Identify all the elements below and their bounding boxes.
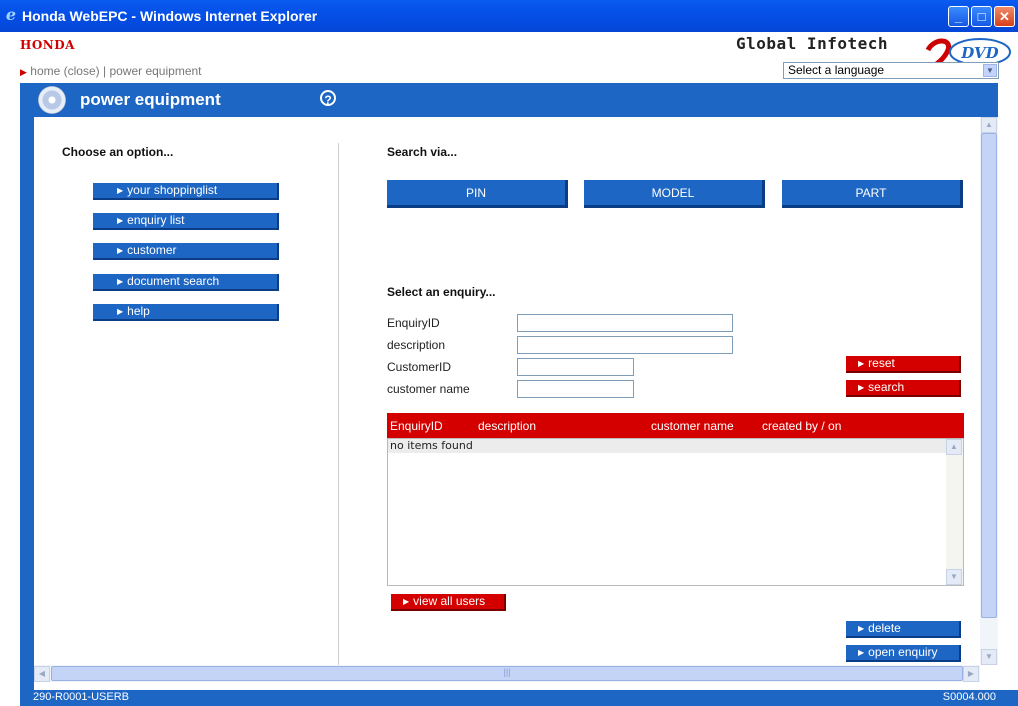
enquiry-id-input[interactable] <box>517 314 733 332</box>
scroll-right-icon[interactable]: ▶ <box>963 666 979 682</box>
menu-item-help[interactable]: ▶ help <box>93 304 279 321</box>
breadcrumb-arrow-icon: ▶ <box>20 67 27 77</box>
breadcrumb-separator: | <box>102 64 107 78</box>
scroll-up-icon[interactable]: ▲ <box>946 439 962 455</box>
menu-item-shoppinglist[interactable]: ▶ your shoppinglist <box>93 183 279 200</box>
chevron-down-icon[interactable]: ▼ <box>983 64 997 77</box>
minimize-icon: _ <box>954 9 963 24</box>
close-icon: ✕ <box>999 9 1010 24</box>
table-empty-message: no items found <box>388 439 946 453</box>
help-icon[interactable]: ? <box>320 90 336 107</box>
arrow-right-icon: ▶ <box>403 597 410 606</box>
arrow-right-icon: ▶ <box>858 359 865 368</box>
arrow-right-icon: ▶ <box>117 246 124 255</box>
arrow-right-icon: ▶ <box>858 648 865 657</box>
choose-option-heading: Choose an option... <box>62 145 174 159</box>
scroll-down-icon[interactable]: ▼ <box>981 649 997 665</box>
horizontal-scroll-thumb[interactable]: ||| <box>51 666 963 681</box>
view-all-users-button[interactable]: ▶ view all users <box>391 594 506 611</box>
dvd-disc-icon <box>38 86 66 114</box>
honda-logo: HONDA <box>20 38 75 52</box>
ie-icon: e <box>5 5 17 24</box>
scroll-down-icon[interactable]: ▼ <box>946 569 962 585</box>
menu-item-label: enquiry list <box>127 213 185 227</box>
customer-id-label: CustomerID <box>387 360 452 374</box>
menu-item-label: help <box>127 304 150 318</box>
section-title: power equipment <box>80 90 221 109</box>
customer-id-input[interactable] <box>517 358 634 376</box>
window-title: Honda WebEPC - Windows Internet Explorer <box>22 8 318 24</box>
table-scrollbar[interactable]: ▲ ▼ <box>946 439 963 585</box>
minimize-button[interactable]: _ <box>948 6 969 27</box>
menu-item-label: your shoppinglist <box>127 183 218 197</box>
arrow-right-icon: ▶ <box>117 277 124 286</box>
column-customer-name[interactable]: customer name <box>651 419 734 433</box>
breadcrumb-current: power equipment <box>109 64 202 78</box>
description-label: description <box>387 338 446 352</box>
window-title-bar[interactable]: e Honda WebEPC - Windows Internet Explor… <box>0 0 1018 32</box>
close-button[interactable]: ✕ <box>994 6 1015 27</box>
results-table-body <box>387 438 964 586</box>
open-enquiry-button[interactable]: ▶ open enquiry <box>846 645 961 662</box>
status-version: S0004.000 <box>942 691 996 703</box>
search-model-button[interactable]: MODEL <box>584 180 765 208</box>
breadcrumb-home-link[interactable]: home (close) <box>30 64 99 78</box>
arrow-right-icon: ▶ <box>858 624 865 633</box>
scroll-left-icon[interactable]: ◀ <box>34 666 50 682</box>
customer-name-label: customer name <box>387 382 470 396</box>
delete-button[interactable]: ▶ delete <box>846 621 961 638</box>
menu-item-label: document search <box>127 274 220 288</box>
reset-label: reset <box>868 356 895 370</box>
column-description[interactable]: description <box>478 419 536 433</box>
left-frame <box>20 117 34 690</box>
grip-icon: ||| <box>503 667 511 677</box>
select-enquiry-heading: Select an enquiry... <box>387 285 496 299</box>
scroll-up-icon[interactable]: ▲ <box>981 117 997 133</box>
global-infotech-logo: Global Infotech <box>736 34 888 53</box>
status-bar: 290-R0001-USERB S0004.000 <box>20 690 1018 706</box>
maximize-button[interactable]: □ <box>971 6 992 27</box>
svg-text:DVD: DVD <box>960 44 998 62</box>
language-select[interactable]: Select a language ▼ <box>783 62 999 79</box>
view-all-users-label: view all users <box>413 594 486 608</box>
arrow-right-icon: ▶ <box>117 307 124 316</box>
customer-name-input[interactable] <box>517 380 634 398</box>
menu-item-label: customer <box>127 243 177 257</box>
description-input[interactable] <box>517 336 733 354</box>
menu-item-customer[interactable]: ▶ customer <box>93 243 279 260</box>
search-via-heading: Search via... <box>387 145 458 159</box>
arrow-right-icon: ▶ <box>117 186 124 195</box>
column-enquiry-id[interactable]: EnquiryID <box>390 419 443 433</box>
menu-item-enquiry-list[interactable]: ▶ enquiry list <box>93 213 279 230</box>
search-button[interactable]: ▶ search <box>846 380 961 397</box>
language-select-value: Select a language <box>788 63 885 77</box>
open-enquiry-label: open enquiry <box>868 645 938 659</box>
search-part-button[interactable]: PART <box>782 180 963 208</box>
column-created-by[interactable]: created by / on <box>762 419 841 433</box>
menu-item-document-search[interactable]: ▶ document search <box>93 274 279 291</box>
reset-button[interactable]: ▶ reset <box>846 356 961 373</box>
search-pin-button[interactable]: PIN <box>387 180 568 208</box>
delete-label: delete <box>868 621 901 635</box>
breadcrumb: ▶ home (close) | power equipment <box>20 64 202 78</box>
results-table-header: EnquiryID description customer name crea… <box>387 413 964 438</box>
panel-divider <box>338 143 339 665</box>
search-label: search <box>868 380 905 394</box>
enquiry-id-label: EnquiryID <box>387 316 440 330</box>
arrow-right-icon: ▶ <box>117 216 124 225</box>
status-user-code: 290-R0001-USERB <box>33 691 129 703</box>
maximize-icon: □ <box>977 9 986 24</box>
vertical-scroll-thumb[interactable] <box>981 133 997 618</box>
frame-notch <box>20 430 34 460</box>
arrow-right-icon: ▶ <box>858 383 865 392</box>
